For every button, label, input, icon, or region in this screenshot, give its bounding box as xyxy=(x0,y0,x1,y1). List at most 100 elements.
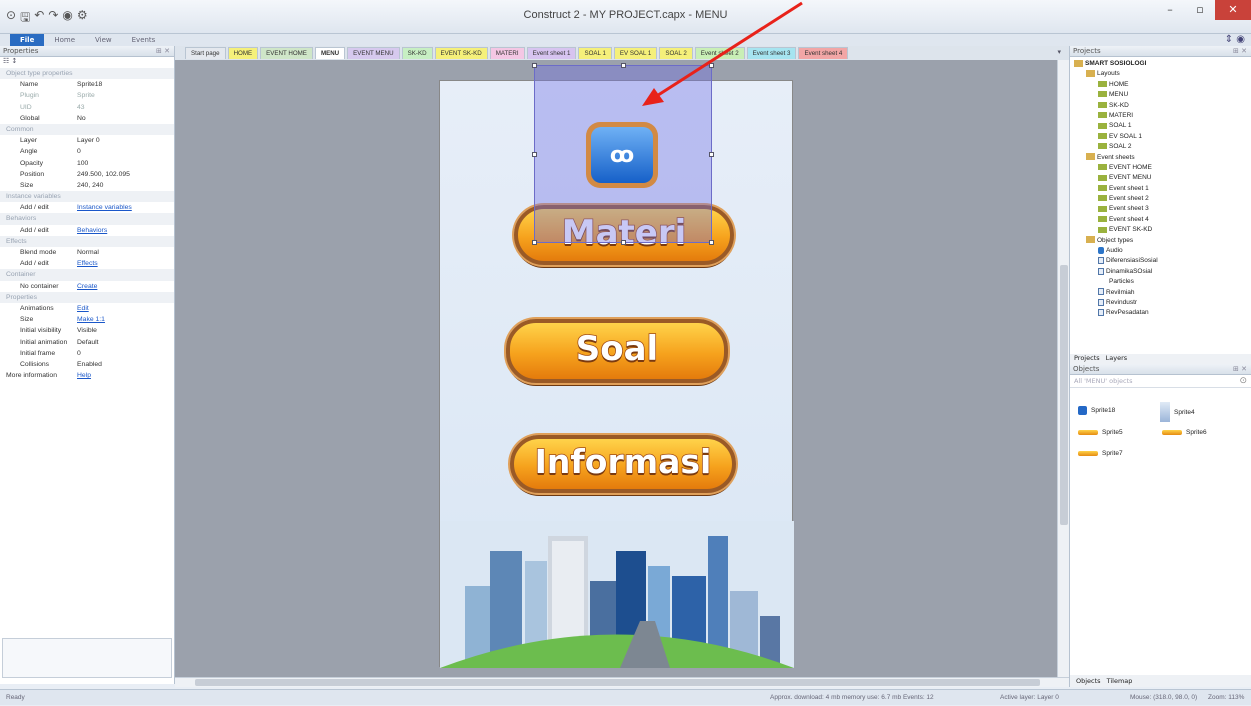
property-row[interactable]: Layer Layer 0 xyxy=(0,135,174,146)
resize-handle[interactable] xyxy=(709,63,714,68)
property-row[interactable]: Opacity 100 xyxy=(0,158,174,169)
ribbon-tab-view[interactable]: View xyxy=(85,34,122,46)
property-row[interactable]: Name Sprite18 xyxy=(0,79,174,90)
objects-filter[interactable]: All 'MENU' objects ⊙ xyxy=(1070,375,1251,388)
document-tab[interactable]: EVENT SK-KD xyxy=(434,47,488,59)
project-tree-item[interactable]: Layouts xyxy=(1074,69,1251,79)
project-tree-item[interactable]: MATERI xyxy=(1074,111,1251,121)
document-tab[interactable]: EV SOAL 1 xyxy=(613,47,658,59)
document-tab[interactable]: Event sheet 1 xyxy=(526,47,577,59)
document-tab[interactable]: EVENT HOME xyxy=(260,47,313,59)
tab-layers[interactable]: Layers xyxy=(1106,354,1128,364)
property-row[interactable]: Size Make 1:1 xyxy=(0,314,174,325)
property-row[interactable]: UID 43 xyxy=(0,102,174,113)
document-tab[interactable]: SK-KD xyxy=(401,47,433,59)
project-tree-item[interactable]: Object types xyxy=(1074,236,1251,246)
property-row[interactable]: Plugin Sprite xyxy=(0,90,174,101)
tab-tilemap[interactable]: Tilemap xyxy=(1107,675,1133,687)
property-category[interactable]: Effects xyxy=(0,235,174,247)
vertical-scroll-thumb[interactable] xyxy=(1060,265,1068,525)
horizontal-scrollbar[interactable] xyxy=(175,677,1069,687)
vertical-scrollbar[interactable] xyxy=(1057,60,1069,677)
document-tab[interactable]: HOME xyxy=(227,47,259,59)
property-row[interactable]: More information Help xyxy=(0,370,174,381)
property-category[interactable]: Container xyxy=(0,269,174,281)
property-row[interactable]: Collisions Enabled xyxy=(0,359,174,370)
project-tree-item[interactable]: EVENT SK-KD xyxy=(1074,225,1251,235)
project-tree-item[interactable]: SK-KD xyxy=(1074,101,1251,111)
project-tree-item[interactable]: MENU xyxy=(1074,90,1251,100)
property-row[interactable]: Add / edit Behaviors xyxy=(0,225,174,236)
resize-handle[interactable] xyxy=(532,240,537,245)
project-tree-item[interactable]: DinamikaSOsial xyxy=(1074,267,1251,277)
document-tab[interactable]: SOAL 1 xyxy=(578,47,612,59)
pin-icon[interactable]: ⊞ ✕ xyxy=(1233,46,1247,57)
object-item[interactable]: Sprite5 xyxy=(1078,429,1123,436)
resize-handle[interactable] xyxy=(709,240,714,245)
property-link[interactable]: Help xyxy=(77,370,174,381)
resize-handle[interactable] xyxy=(621,240,626,245)
property-row[interactable]: Initial animation Default xyxy=(0,337,174,348)
property-category[interactable]: Properties xyxy=(0,291,174,303)
tab-objects[interactable]: Objects xyxy=(1076,675,1101,687)
maximize-button[interactable]: ▫ xyxy=(1185,0,1215,20)
property-row[interactable]: Initial visibility Visible xyxy=(0,325,174,336)
layout-view[interactable]: Materi Soal Informasi ꝏ xyxy=(175,60,1057,677)
property-link[interactable]: Create xyxy=(77,281,174,292)
property-row[interactable]: Add / edit Instance variables xyxy=(0,202,174,213)
property-link[interactable]: Edit xyxy=(77,303,174,314)
sprite18-icon[interactable]: ꝏ xyxy=(586,122,658,188)
project-tree-item[interactable]: SOAL 1 xyxy=(1074,121,1251,131)
property-category[interactable]: Behaviors xyxy=(0,213,174,225)
ribbon-tab-file[interactable]: File xyxy=(10,34,45,46)
document-tab[interactable]: MENU xyxy=(314,47,346,59)
informasi-button[interactable]: Informasi xyxy=(510,435,736,493)
tab-projects[interactable]: Projects xyxy=(1074,354,1100,364)
project-tree-item[interactable]: EVENT HOME xyxy=(1074,163,1251,173)
property-row[interactable]: Blend mode Normal xyxy=(0,247,174,258)
project-tree-item[interactable]: Event sheets xyxy=(1074,153,1251,163)
object-item[interactable]: Sprite6 xyxy=(1162,429,1207,436)
property-row[interactable]: Position 249.500, 102.095 xyxy=(0,169,174,180)
ribbon-tab-events[interactable]: Events xyxy=(122,34,166,46)
project-tree-item[interactable]: Audio xyxy=(1074,246,1251,256)
document-tab[interactable]: Event sheet 4 xyxy=(798,47,849,59)
close-button[interactable]: ✕ xyxy=(1215,0,1251,20)
property-row[interactable]: Animations Edit xyxy=(0,303,174,314)
project-tree-item[interactable]: Revindustr xyxy=(1074,298,1251,308)
object-item[interactable]: Sprite4 xyxy=(1160,402,1195,422)
project-tree-item[interactable]: Event sheet 2 xyxy=(1074,194,1251,204)
project-tree-item[interactable]: RevPesadatan xyxy=(1074,308,1251,318)
resize-handle[interactable] xyxy=(709,152,714,157)
document-tab[interactable]: SOAL 2 xyxy=(659,47,693,59)
minimize-button[interactable]: – xyxy=(1155,0,1185,20)
document-tab[interactable]: EVENT MENU xyxy=(347,47,400,59)
property-link[interactable]: Behaviors xyxy=(77,225,174,236)
property-category[interactable]: Common xyxy=(0,123,174,136)
project-tree-item[interactable]: SOAL 2 xyxy=(1074,142,1251,152)
project-tree-item[interactable]: EV SOAL 1 xyxy=(1074,132,1251,142)
project-tree-item[interactable]: Event sheet 3 xyxy=(1074,204,1251,214)
project-tree-item[interactable]: Event sheet 1 xyxy=(1074,184,1251,194)
project-tree-item[interactable]: DiferensiasiSosial xyxy=(1074,256,1251,266)
property-link[interactable]: Make 1:1 xyxy=(77,314,174,325)
property-row[interactable]: Global No xyxy=(0,113,174,124)
project-tree-item[interactable]: Event sheet 4 xyxy=(1074,215,1251,225)
project-tree-item[interactable]: Revilmiah xyxy=(1074,288,1251,298)
tab-list-icon[interactable]: ▾ xyxy=(1057,48,1061,56)
resize-handle[interactable] xyxy=(621,63,626,68)
resize-handle[interactable] xyxy=(532,63,537,68)
property-category[interactable]: Instance variables xyxy=(0,191,174,203)
property-link[interactable]: Instance variables xyxy=(77,202,174,213)
property-row[interactable]: Initial frame 0 xyxy=(0,348,174,359)
horizontal-scroll-thumb[interactable] xyxy=(195,679,1040,686)
property-category[interactable]: Object type properties xyxy=(0,68,174,80)
property-row[interactable]: Size 240, 240 xyxy=(0,180,174,191)
object-item[interactable]: Sprite18 xyxy=(1078,406,1115,415)
ribbon-tab-home[interactable]: Home xyxy=(44,34,85,46)
project-tree-item[interactable]: EVENT MENU xyxy=(1074,173,1251,183)
property-link[interactable]: Effects xyxy=(77,258,174,269)
property-row[interactable]: Angle 0 xyxy=(0,146,174,157)
resize-handle[interactable] xyxy=(532,152,537,157)
properties-toolbar[interactable]: ☷ ↕ xyxy=(0,57,174,68)
